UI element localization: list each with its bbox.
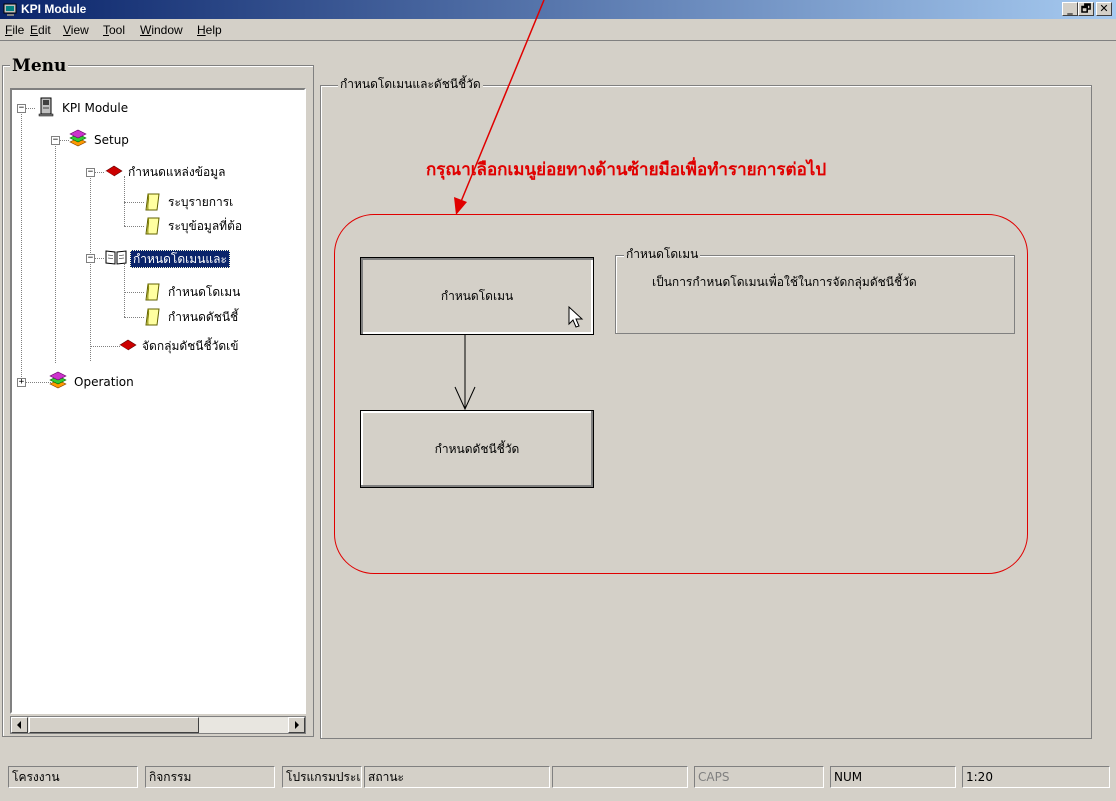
define-index-button[interactable]: กำหนดดัชนีชี้วัด <box>360 410 594 488</box>
status-bar: โครงงาน กิจกรรม โปรแกรมประเภท สถานะ CAPS… <box>0 762 1116 801</box>
status-program-type: โปรแกรมประเภท <box>282 766 362 788</box>
status-empty <box>552 766 688 788</box>
description-group <box>615 255 1015 334</box>
cursor-icon <box>568 305 584 328</box>
description-title: กำหนดโดเมน <box>624 246 701 262</box>
status-num: NUM <box>830 766 956 788</box>
annotation-arrow-line <box>459 0 545 205</box>
description-text: เป็นการกำหนดโดเมนเพื่อใช้ในการจัดกลุ่มดั… <box>652 275 917 289</box>
status-caps: CAPS <box>694 766 824 788</box>
flow-arrow-icon <box>454 335 476 411</box>
define-domain-button[interactable]: กำหนดโดเมน <box>360 257 594 335</box>
annotation-arrowhead <box>454 197 467 215</box>
status-state: สถานะ <box>364 766 550 788</box>
status-time: 1:20 <box>962 766 1110 788</box>
status-project: โครงงาน <box>8 766 138 788</box>
status-activity: กิจกรรม <box>145 766 275 788</box>
